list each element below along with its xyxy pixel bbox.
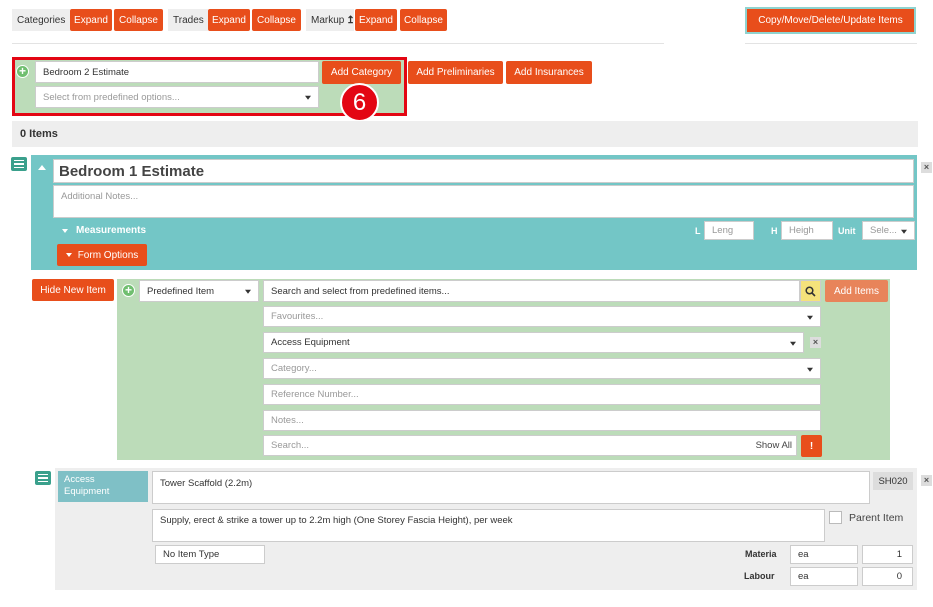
item-search-placeholder: Search... xyxy=(271,440,310,451)
category-notes-placeholder: Additional Notes... xyxy=(61,191,139,202)
item-type-value: Predefined Item xyxy=(147,285,215,297)
categories-expand-button[interactable]: Expand xyxy=(70,9,112,31)
trades-expand-button[interactable]: Expand xyxy=(208,9,250,31)
item-search-input[interactable]: Search... Show All xyxy=(263,435,797,456)
markup-label-text: Markup xyxy=(311,14,345,26)
height-input[interactable]: Heigh xyxy=(781,221,833,240)
unit-label: Unit xyxy=(838,226,856,236)
items-count: 0 Items xyxy=(20,128,58,140)
item-trade-tag-text: Access Equipment xyxy=(64,474,110,497)
favourites-placeholder: Favourites... xyxy=(271,311,324,322)
material-qty-input[interactable]: 1 xyxy=(862,545,913,564)
categories-label: Categories xyxy=(12,9,70,31)
category-notes-input[interactable]: Additional Notes... xyxy=(53,185,914,218)
measurements-toggle-icon[interactable] xyxy=(62,229,68,233)
toolbar-right-divider xyxy=(745,43,917,44)
chevron-down-icon xyxy=(807,367,813,372)
parent-item-label: Parent Item xyxy=(849,512,904,524)
item-type-select[interactable]: Predefined Item xyxy=(139,280,259,302)
trades-collapse-button[interactable]: Collapse xyxy=(252,9,301,31)
trade-select-value: Access Equipment xyxy=(271,337,350,348)
category-drag-handle-icon[interactable] xyxy=(11,157,27,171)
form-options-button[interactable]: Form Options xyxy=(57,244,147,266)
toolbar-divider xyxy=(12,43,664,44)
item-type-field[interactable]: No Item Type xyxy=(155,545,265,564)
labour-qty: 0 xyxy=(896,571,902,582)
labour-qty-input[interactable]: 0 xyxy=(862,567,913,586)
category-select[interactable]: Category... xyxy=(263,358,821,379)
clear-trade-icon[interactable]: × xyxy=(810,337,821,348)
markup-arrow-icon: ↥ xyxy=(346,14,355,26)
labour-label: Labour xyxy=(744,571,775,581)
category-title-input[interactable]: Bedroom 1 Estimate xyxy=(53,159,914,183)
item-description-input[interactable]: Supply, erect & strike a tower up to 2.2… xyxy=(152,509,825,542)
reference-number-input[interactable]: Reference Number... xyxy=(263,384,821,405)
items-count-bar: 0 Items xyxy=(12,121,918,147)
unit-select-value: Sele... xyxy=(870,225,897,236)
markup-collapse-button[interactable]: Collapse xyxy=(400,9,447,31)
material-qty: 1 xyxy=(896,549,902,560)
copy-move-delete-update-button[interactable]: Copy/Move/Delete/Update Items xyxy=(745,7,916,34)
material-unit-input[interactable]: ea xyxy=(790,545,858,564)
step-badge-number: 6 xyxy=(352,88,367,116)
add-preliminaries-button[interactable]: Add Preliminaries xyxy=(408,61,503,84)
search-button[interactable] xyxy=(800,280,821,302)
new-item-plus-icon[interactable]: + xyxy=(122,284,135,297)
chevron-down-icon xyxy=(245,289,251,294)
add-items-button[interactable]: Add Items xyxy=(825,280,888,302)
length-input[interactable]: Leng xyxy=(704,221,754,240)
item-drag-handle-icon[interactable] xyxy=(35,471,51,485)
chevron-down-icon xyxy=(305,95,311,100)
predefined-category-select[interactable]: Select from predefined options... xyxy=(35,86,319,108)
chevron-down-icon xyxy=(901,229,907,234)
add-category-plus-icon[interactable]: + xyxy=(16,65,29,78)
unit-select[interactable]: Sele... xyxy=(862,221,915,240)
step-badge: 6 xyxy=(340,83,379,122)
length-label: L xyxy=(695,226,701,236)
parent-item-checkbox[interactable] xyxy=(829,511,842,524)
category-collapse-icon[interactable] xyxy=(38,165,46,170)
measurements-label[interactable]: Measurements xyxy=(76,225,146,236)
chevron-down-icon xyxy=(807,315,813,320)
notes-input[interactable]: Notes... xyxy=(263,410,821,431)
add-insurances-button[interactable]: Add Insurances xyxy=(506,61,592,84)
trades-label: Trades xyxy=(168,9,208,31)
item-name: Tower Scaffold (2.2m) xyxy=(160,478,253,489)
predefined-category-placeholder: Select from predefined options... xyxy=(43,91,180,103)
markup-label: Markup ↥ xyxy=(306,9,355,31)
hide-new-item-button[interactable]: Hide New Item xyxy=(32,279,114,301)
labour-unit-input[interactable]: ea xyxy=(790,567,858,586)
chevron-down-icon xyxy=(790,341,796,346)
predefined-item-search[interactable]: Search and select from predefined items.… xyxy=(263,280,800,302)
trade-select[interactable]: Access Equipment xyxy=(263,332,804,353)
add-category-button[interactable]: Add Category xyxy=(322,61,401,84)
category-name-input[interactable]: Bedroom 2 Estimate xyxy=(35,61,319,83)
item-description: Supply, erect & strike a tower up to 2.2… xyxy=(160,515,513,526)
favourites-select[interactable]: Favourites... xyxy=(263,306,821,327)
item-trade-tag: Access Equipment xyxy=(58,471,148,502)
categories-collapse-button[interactable]: Collapse xyxy=(114,9,163,31)
delete-item-icon[interactable]: × xyxy=(921,475,932,486)
height-label: H xyxy=(771,226,778,236)
category-select-placeholder: Category... xyxy=(271,363,317,374)
more-options-button[interactable]: ! xyxy=(801,435,822,457)
delete-category-icon[interactable]: × xyxy=(921,162,932,173)
markup-expand-button[interactable]: Expand xyxy=(355,9,397,31)
category-title: Bedroom 1 Estimate xyxy=(59,162,205,180)
material-label: Materia xyxy=(745,549,777,559)
form-options-label: Form Options xyxy=(77,249,139,261)
show-all-link[interactable]: Show All xyxy=(756,440,792,451)
search-icon xyxy=(805,285,816,297)
item-name-input[interactable]: Tower Scaffold (2.2m) xyxy=(152,471,870,504)
caret-down-icon xyxy=(65,253,72,257)
item-code: SH020 xyxy=(873,472,913,490)
